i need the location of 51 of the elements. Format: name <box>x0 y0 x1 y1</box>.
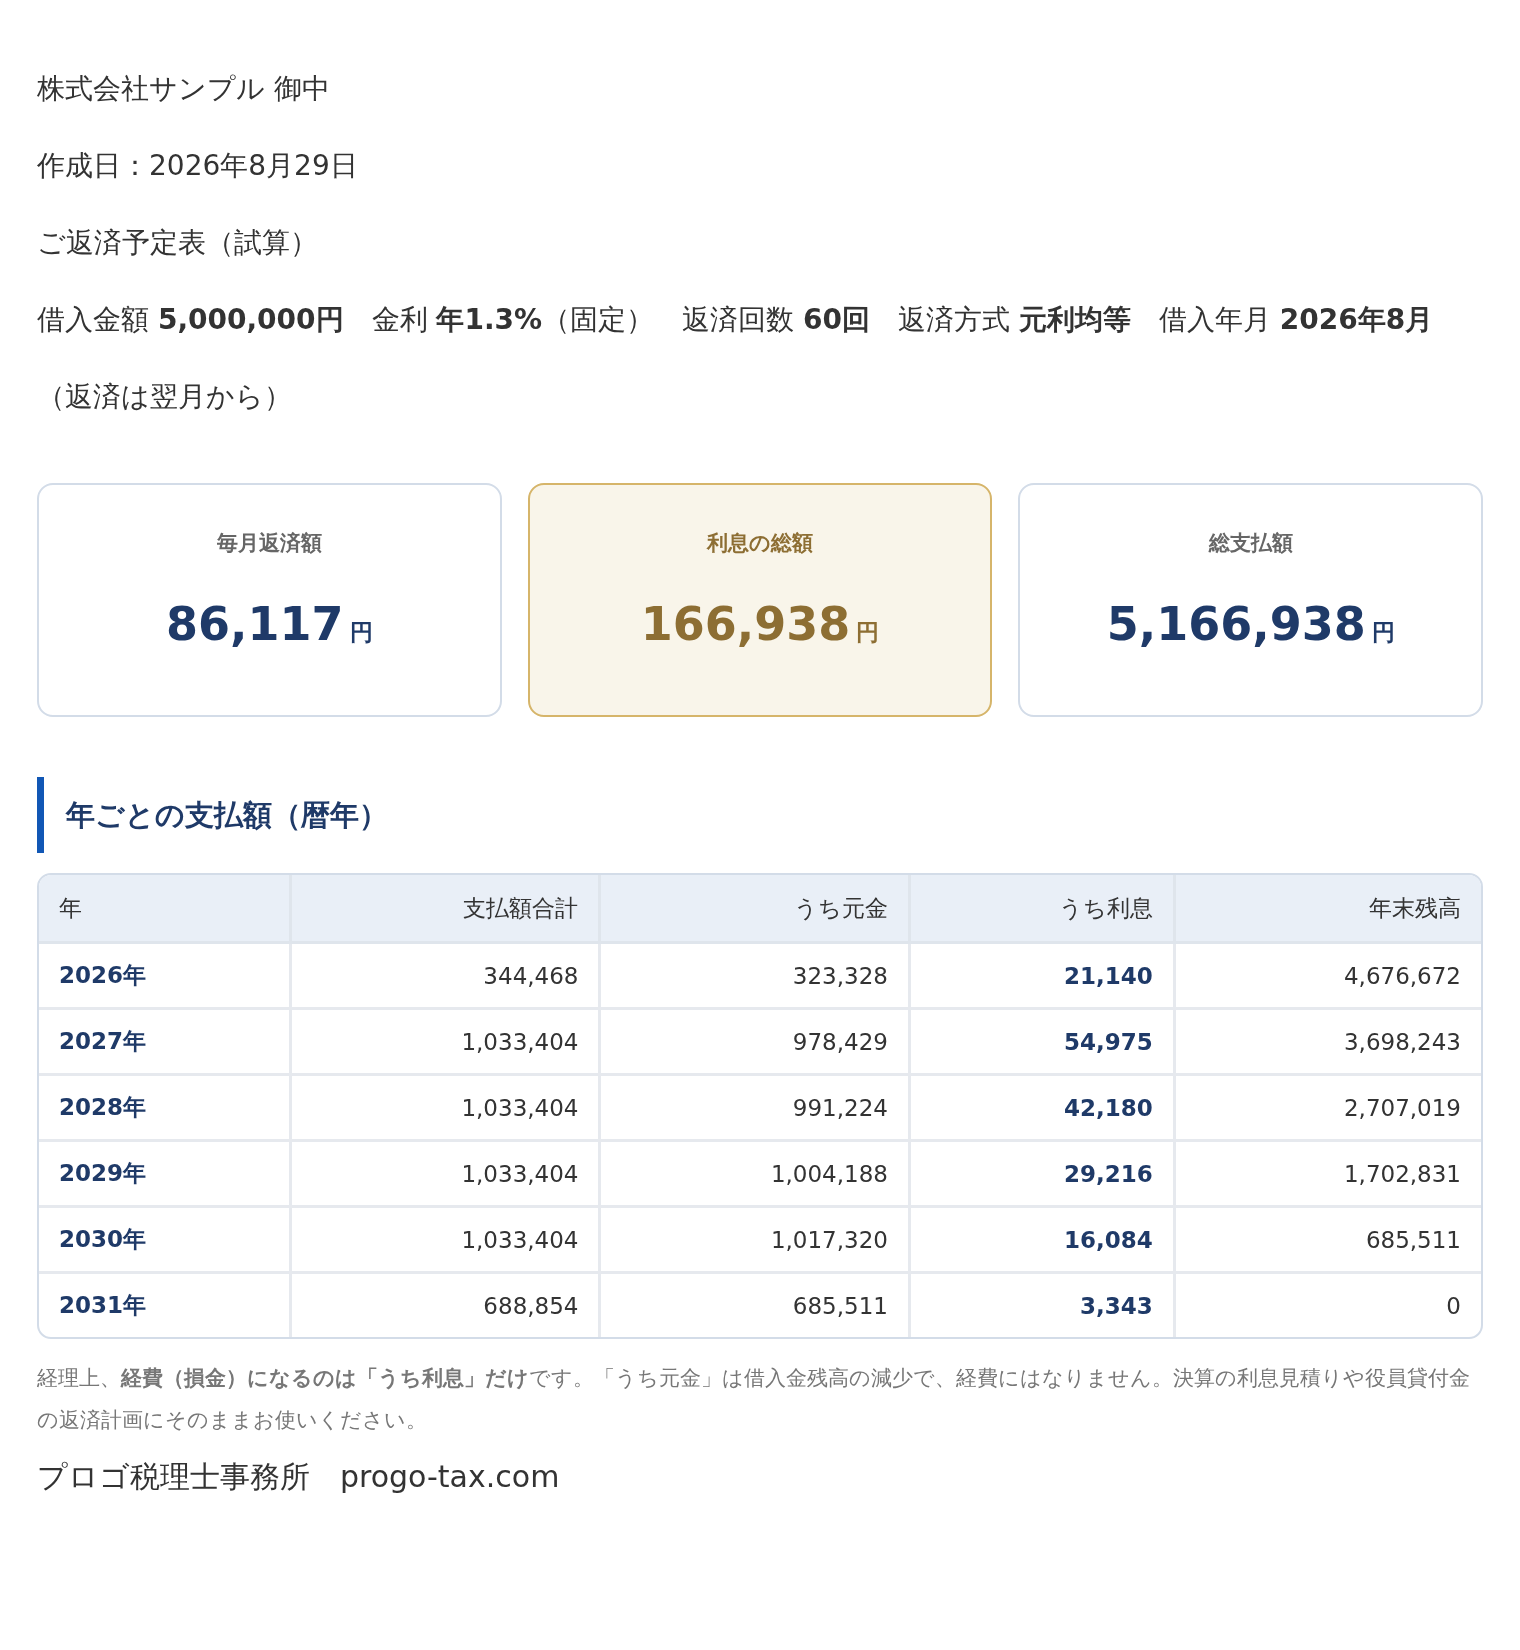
table-cell: 3,343 <box>909 1272 1175 1337</box>
table-cell: 0 <box>1174 1272 1481 1337</box>
table-cell: 1,033,404 <box>290 1074 600 1141</box>
table-cell: 29,216 <box>909 1140 1175 1207</box>
loan-parameters: 借入金額 5,000,000円 金利 年1.3%（固定） 返済回数 60回 返済方式 元利均等 借入年月 2026年8月（返済は翌月から） <box>37 302 1435 415</box>
table-cell: 1,017,320 <box>600 1206 910 1273</box>
table-cell: 21,140 <box>909 942 1175 1009</box>
table-cell: 1,033,404 <box>290 1206 600 1273</box>
card-unit: 円 <box>1371 618 1395 647</box>
table-cell: 2026年 <box>39 942 291 1009</box>
table-cell: 991,224 <box>600 1074 910 1141</box>
card-value: 5,166,938 <box>1106 597 1366 651</box>
document-title: ご返済予定表（試算） <box>37 225 319 261</box>
table-cell: 2030年 <box>39 1206 291 1273</box>
table-cell: 1,702,831 <box>1174 1140 1481 1207</box>
card-label: 総支払額 <box>1208 530 1293 557</box>
table-cell: 344,468 <box>290 942 600 1009</box>
section-title: 年ごとの支払額（暦年） <box>37 777 1483 853</box>
table-cell: 323,328 <box>600 942 910 1009</box>
note-text: 経理上、経費（損金）になるのは「うち利息」だけです。「うち元金」は借入金残高の減少で、経費にはなりません。決算の利息見積りや役員貸付金の返済計画にそのままお使いください。 <box>37 1365 1471 1434</box>
table-cell: 688,854 <box>290 1272 600 1337</box>
table-cell: 685,511 <box>600 1272 910 1337</box>
column-header: うち元金 <box>600 875 910 943</box>
table-cell: 2028年 <box>39 1074 291 1141</box>
table-cell: 1,004,188 <box>600 1140 910 1207</box>
table-cell: 2029年 <box>39 1140 291 1207</box>
table-cell: 1,033,404 <box>290 1008 600 1075</box>
table-cell: 16,084 <box>909 1206 1175 1273</box>
table-cell: 2,707,019 <box>1174 1074 1481 1141</box>
recipient-text: 株式会社サンプル 御中 <box>37 71 331 107</box>
footer-text: プロゴ税理士事務所 progo-tax.com <box>37 1458 561 1496</box>
table-cell: 685,511 <box>1174 1206 1481 1273</box>
table-cell: 3,698,243 <box>1174 1008 1481 1075</box>
column-header: 年末残高 <box>1174 875 1481 943</box>
card-unit: 円 <box>856 618 880 647</box>
card-value: 86,117 <box>166 597 344 651</box>
table-cell: 4,676,672 <box>1174 942 1481 1009</box>
card-label: 毎月返済額 <box>216 530 322 557</box>
column-header: 支払額合計 <box>290 875 600 943</box>
table-cell: 2031年 <box>39 1272 291 1337</box>
created-date: 作成日：2026年8月29日 <box>37 148 359 184</box>
column-header: うち利息 <box>909 875 1175 943</box>
table-cell: 1,033,404 <box>290 1140 600 1207</box>
card-label: 利息の総額 <box>707 530 813 557</box>
card-value: 166,938 <box>640 597 851 651</box>
column-header: 年 <box>39 875 291 943</box>
table-cell: 54,975 <box>909 1008 1175 1075</box>
table-cell: 2027年 <box>39 1008 291 1075</box>
table-cell: 978,429 <box>600 1008 910 1075</box>
card-unit: 円 <box>349 618 373 647</box>
table-cell: 42,180 <box>909 1074 1175 1141</box>
